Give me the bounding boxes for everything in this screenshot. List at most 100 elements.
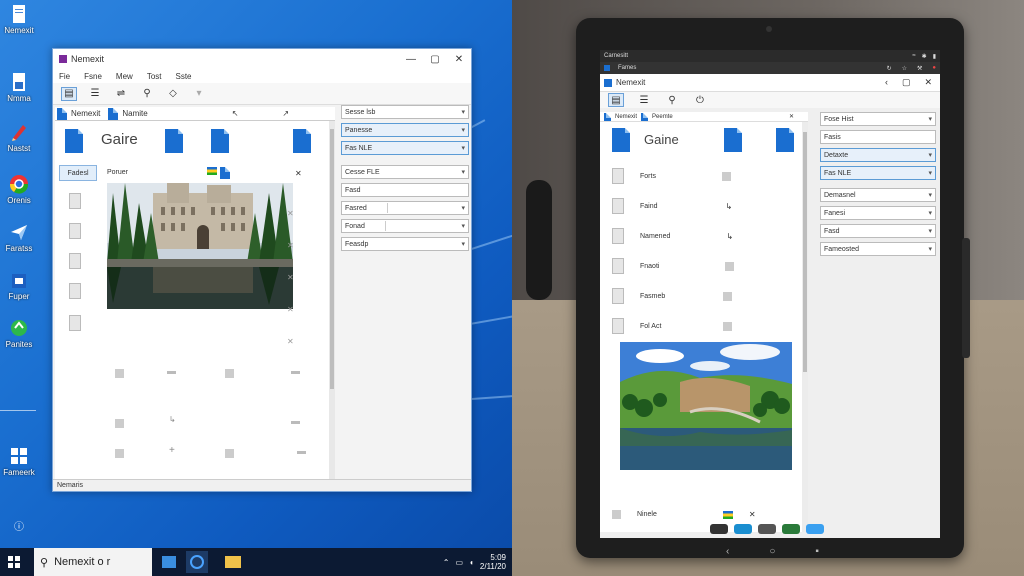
back-icon[interactable]: ‹ — [726, 546, 729, 557]
list-button[interactable]: ☰ — [87, 87, 103, 101]
scrollbar-thumb[interactable] — [330, 129, 334, 389]
forward-icon[interactable]: ↗ — [282, 109, 289, 118]
recents-icon[interactable]: ▪ — [815, 546, 819, 557]
file-item[interactable] — [69, 193, 81, 211]
property-field-1[interactable]: Fasis — [820, 130, 936, 144]
menu-help[interactable]: Sste — [175, 72, 191, 81]
vertical-scrollbar[interactable] — [802, 122, 808, 532]
taskbar-search[interactable]: ⚲ Nemexit o r — [34, 548, 152, 576]
file-item[interactable] — [115, 449, 124, 460]
back-icon[interactable]: ↖ — [232, 109, 239, 118]
close-icon[interactable]: ✕ — [287, 337, 294, 346]
property-field-2[interactable]: Detaxte ▾ — [820, 148, 936, 162]
minimize-button[interactable]: — — [399, 54, 423, 65]
info-icon[interactable]: ⓘ — [14, 518, 24, 533]
star-icon[interactable]: ☆ — [902, 65, 907, 72]
pin-icon[interactable]: ⚲ — [139, 87, 155, 101]
close-icon[interactable]: ✕ — [287, 209, 294, 218]
back-icon[interactable]: ‹ — [885, 77, 888, 88]
property-field-1[interactable]: Panesse ▾ — [341, 123, 469, 137]
clock[interactable]: 5:09 2/11/20 — [480, 553, 506, 571]
home-icon[interactable]: ○ — [769, 546, 775, 557]
volume-icon[interactable]: ◖ — [469, 558, 474, 567]
desktop-icon-4[interactable]: Faratss — [0, 222, 38, 253]
file-item[interactable] — [115, 419, 124, 430]
landscape-photo[interactable] — [620, 342, 792, 470]
save-button[interactable]: ▤ — [608, 93, 624, 107]
chevron-up-icon[interactable]: ⌃ — [443, 558, 450, 567]
desktop-icon-5[interactable]: Fuper — [0, 270, 38, 301]
property-field-3[interactable]: Fas NLE ▾ — [820, 166, 936, 180]
list-button[interactable]: ☰ — [636, 93, 652, 107]
close-icon[interactable]: ✕ — [287, 241, 294, 250]
property-field-3[interactable]: Cesse FLE ▾ — [341, 165, 469, 179]
close-icon[interactable]: ✕ — [295, 169, 302, 178]
taskbar-app-active[interactable] — [186, 551, 208, 573]
file-item[interactable] — [211, 129, 229, 155]
wrench-icon[interactable]: ⚒ — [917, 65, 922, 72]
list-item[interactable]: Fnaoti — [612, 258, 735, 274]
property-field-2[interactable]: Fas NLE ▾ — [341, 141, 469, 155]
desktop-icon-3[interactable]: Orenis — [0, 174, 38, 205]
property-field-4[interactable]: Demasnel ▾ — [820, 188, 936, 202]
property-field-7[interactable]: Feasdp ▾ — [341, 237, 469, 251]
palace-photo[interactable] — [107, 183, 293, 309]
tab-peemte[interactable]: Peemte — [652, 114, 673, 120]
tag-icon[interactable]: ◇ — [165, 87, 181, 101]
file-item[interactable] — [65, 129, 83, 155]
file-item[interactable] — [69, 223, 81, 241]
file-item[interactable] — [724, 128, 742, 154]
tab-nemexit[interactable]: Nemexit — [615, 114, 637, 120]
save-button[interactable]: ▤ — [61, 86, 77, 101]
close-icon[interactable]: ✕ — [789, 113, 808, 120]
close-icon[interactable]: ✕ — [287, 305, 294, 314]
file-item[interactable] — [612, 128, 630, 154]
property-field-0[interactable]: Sesse lsb ▾ — [341, 105, 469, 119]
pin-icon[interactable]: ⚲ — [664, 93, 680, 107]
file-item[interactable] — [165, 129, 183, 155]
close-icon[interactable]: ✕ — [749, 510, 756, 519]
desktop-icon-2[interactable]: Nastst — [0, 122, 38, 153]
power-icon[interactable]: ⏻ — [692, 93, 708, 107]
list-item[interactable]: Fol Act — [612, 318, 733, 334]
property-field-4[interactable]: Fasd — [341, 183, 469, 197]
property-field-7[interactable]: Fameosted ▾ — [820, 242, 936, 256]
dock-app-icon[interactable] — [734, 524, 752, 534]
list-item[interactable]: Fasmeb — [612, 288, 733, 304]
scrollbar-thumb[interactable] — [803, 132, 807, 372]
close-icon[interactable]: ✕ — [924, 77, 932, 88]
list-item[interactable]: Ninele ✕ — [612, 510, 756, 519]
desktop-icon-1[interactable]: Nmma — [0, 72, 38, 103]
file-item[interactable] — [69, 283, 81, 301]
menu-view[interactable]: Mew — [116, 72, 133, 81]
menu-tools[interactable]: Tost — [147, 72, 162, 81]
network-icon[interactable]: ▭ — [455, 558, 463, 567]
list-item[interactable]: Faind ↳ — [612, 198, 732, 214]
windows-start-icon[interactable] — [8, 556, 20, 568]
file-item[interactable] — [776, 128, 794, 154]
property-field-5[interactable]: Fanesi ▾ — [820, 206, 936, 220]
filter-button[interactable]: ⇌ — [113, 87, 129, 101]
list-item[interactable]: Forts — [612, 168, 731, 184]
file-item[interactable] — [225, 369, 234, 380]
sidebar-item-selected[interactable]: Fadesl — [59, 165, 97, 181]
dock-app-icon[interactable] — [806, 524, 824, 534]
list-item[interactable]: Namened ↳ — [612, 228, 733, 244]
menu-file[interactable]: Fie — [59, 72, 70, 81]
menu-edit[interactable]: Fsne — [84, 72, 102, 81]
file-item[interactable] — [115, 369, 124, 380]
dock-app-icon[interactable] — [782, 524, 800, 534]
vertical-scrollbar[interactable] — [329, 121, 335, 481]
dock-app-icon[interactable] — [758, 524, 776, 534]
refresh-icon[interactable]: ↻ — [887, 65, 892, 72]
property-field-5[interactable]: Fasred ▾ — [341, 201, 469, 215]
tab-namite[interactable]: Namite — [122, 109, 147, 118]
property-field-6[interactable]: Fonad ▾ — [341, 219, 469, 233]
record-icon[interactable]: ● — [932, 65, 936, 72]
tab-nemexit[interactable]: Nemexit — [71, 109, 100, 118]
file-item[interactable] — [225, 449, 234, 460]
file-item[interactable] — [293, 129, 311, 155]
close-button[interactable]: ✕ — [447, 54, 471, 65]
file-item[interactable] — [69, 315, 81, 333]
taskbar-app-explorer[interactable] — [158, 551, 180, 573]
